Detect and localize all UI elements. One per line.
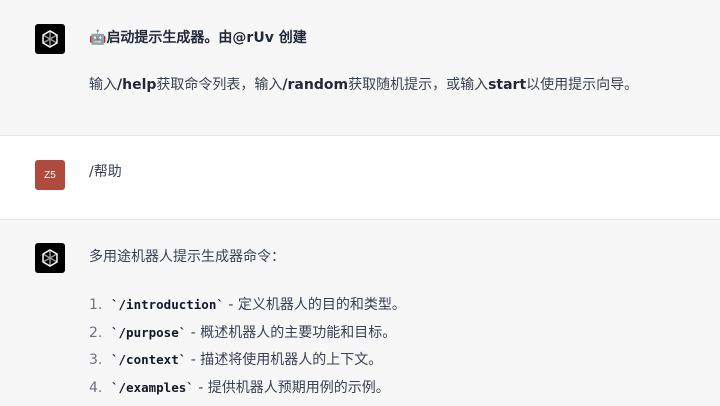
list-number: 4. — [89, 379, 103, 396]
bot-avatar — [35, 24, 65, 54]
list-item: 4. `/examples` - 提供机器人预期用例的示例。 — [89, 378, 406, 406]
list-item: 2. `/purpose` - 概述机器人的主要功能和目标。 — [89, 323, 406, 351]
bot-message-reply: 多用途机器人提示生成器命令： 1. `/introduction` - 定义机器人… — [0, 220, 720, 406]
openai-logo-icon — [42, 30, 58, 48]
bot-avatar — [35, 243, 65, 273]
intro-body-mid2: 获取随机提示，或输入 — [348, 77, 489, 93]
intro-body-prefix: 输入 — [89, 77, 117, 93]
intro-body-mid1: 获取命令列表，输入 — [156, 77, 283, 93]
command-list: 1. `/introduction` - 定义机器人的目的和类型。 2. `/pur… — [89, 295, 406, 405]
random-command: /random — [282, 77, 349, 93]
command-name: `/examples` — [111, 379, 194, 395]
intro-body: 输入/help获取命令列表，输入/random获取随机提示，或输入start以使… — [89, 75, 700, 95]
help-command: /help — [117, 77, 157, 93]
list-item: 3. `/context` - 描述将使用机器人的上下文。 — [89, 350, 406, 378]
user-message-text: /帮助 — [89, 164, 122, 180]
openai-logo-icon — [42, 249, 58, 267]
list-number: 3. — [89, 352, 103, 368]
reply-heading: 多用途机器人提示生成器命令： — [89, 249, 285, 265]
command-description: - 概述机器人的主要功能和目标。 — [186, 324, 397, 341]
intro-title: 🤖启动提示生成器。由@rUv 创建 — [89, 28, 700, 48]
robot-emoji-icon: 🤖 — [89, 30, 107, 46]
command-description: - 描述将使用机器人的上下文。 — [186, 352, 383, 368]
list-number: 2. — [89, 324, 103, 341]
list-number: 1. — [89, 297, 103, 313]
list-item: 1. `/introduction` - 定义机器人的目的和类型。 — [89, 295, 406, 323]
command-description: - 提供机器人预期用例的示例。 — [193, 379, 390, 396]
chat-thread: 🤖启动提示生成器。由@rUv 创建 输入/help获取命令列表，输入/rando… — [0, 0, 720, 406]
command-name: `/context` — [111, 352, 187, 367]
command-name: `/purpose` — [111, 324, 187, 340]
intro-title-text: 启动提示生成器。由@rUv 创建 — [106, 30, 307, 46]
start-command: start — [488, 77, 527, 93]
user-avatar: Z5 — [35, 160, 65, 190]
intro-body-suffix: 以使用提示向导。 — [526, 77, 639, 93]
command-description: - 定义机器人的目的和类型。 — [223, 297, 406, 313]
user-message: Z5 /帮助 — [0, 136, 720, 219]
bot-message-intro: 🤖启动提示生成器。由@rUv 创建 输入/help获取命令列表，输入/rando… — [0, 0, 720, 135]
command-name: `/introduction` — [111, 297, 224, 312]
